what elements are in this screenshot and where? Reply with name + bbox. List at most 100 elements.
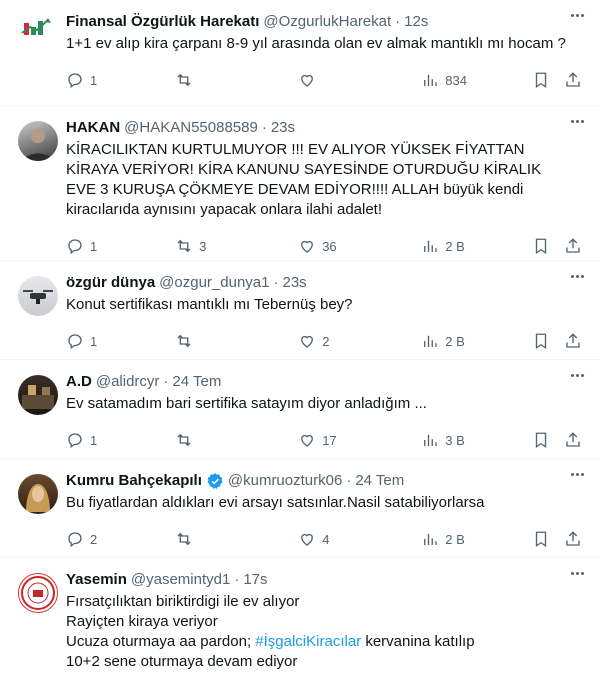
separator-dot: · (261, 119, 267, 136)
avatar[interactable] (18, 375, 58, 415)
retweet-button[interactable] (175, 431, 298, 449)
tweet[interactable]: HAKAN @HAKAN55088589 · 23s KİRACILIKTAN … (0, 106, 600, 261)
share-button[interactable] (564, 431, 584, 449)
more-options-icon[interactable] (571, 473, 584, 476)
share-button[interactable] (564, 530, 584, 548)
tweet-text: Konut sertifikası mantıklı mı Tebernüş b… (66, 296, 353, 313)
views-button[interactable]: 2 B (421, 530, 532, 548)
like-button[interactable]: 2 (298, 332, 421, 350)
heart-icon (301, 74, 314, 87)
views-button[interactable]: 834 (421, 71, 532, 89)
bookmark-button[interactable] (532, 71, 564, 89)
view-count: 3 B (445, 432, 465, 448)
tweet[interactable]: Finansal Özgürlük Harekatı @OzgurlukHare… (0, 0, 600, 106)
views-button[interactable]: 2 B (421, 237, 532, 255)
reply-count: 1 (90, 432, 98, 448)
reply-icon (68, 532, 82, 548)
tweet[interactable]: özgür dünya @ozgur_dunya1 · 23s Konut se… (0, 261, 600, 360)
more-options-icon[interactable] (571, 275, 584, 278)
timestamp[interactable]: 24 Tem (355, 471, 404, 491)
share-button[interactable] (564, 332, 584, 350)
avatar[interactable] (18, 15, 58, 55)
timestamp[interactable]: 17s (243, 570, 267, 590)
like-button[interactable]: 17 (298, 431, 421, 449)
author-name[interactable]: özgür dünya (66, 273, 155, 293)
tweet-text-line: Ucuza oturmaya aa pardon; #İşgalciKiracı… (66, 632, 584, 652)
hashtag-link[interactable]: #İşgalciKiracılar (255, 633, 361, 650)
views-chart-icon (424, 335, 437, 347)
author-name[interactable]: Yasemin (66, 570, 127, 590)
reply-button[interactable]: 2 (66, 530, 175, 548)
more-options-icon[interactable] (571, 572, 584, 575)
avatar[interactable] (18, 573, 58, 613)
seal-logo-icon (21, 576, 55, 610)
author-handle[interactable]: @ozgur_dunya1 (159, 273, 269, 293)
views-chart-icon (424, 533, 437, 545)
author-handle[interactable]: @HAKAN55088589 (124, 118, 258, 138)
avatar[interactable] (18, 276, 58, 316)
author-name[interactable]: Kumru Bahçekapılı (66, 471, 202, 491)
tweet-text-segment: Ucuza oturmaya aa pardon; (66, 633, 256, 650)
tweet[interactable]: A.D @alidrcyr · 24 Tem Ev satamadım bari… (0, 360, 600, 459)
reply-button[interactable]: 1 (66, 237, 175, 255)
more-options-icon[interactable] (571, 120, 584, 123)
views-chart-icon (424, 434, 437, 446)
views-chart-icon (424, 240, 437, 252)
author-handle[interactable]: @OzgurlukHarekat (263, 12, 391, 32)
reply-button[interactable]: 1 (66, 71, 175, 89)
share-button[interactable] (564, 237, 584, 255)
more-options-icon[interactable] (571, 14, 584, 17)
share-icon (566, 72, 580, 87)
reply-button[interactable]: 1 (66, 431, 175, 449)
tweet-actions: 1 834 (66, 58, 584, 102)
timestamp[interactable]: 23s (271, 118, 295, 138)
author-name[interactable]: A.D (66, 372, 92, 392)
reply-count: 1 (90, 72, 98, 88)
timestamp[interactable]: 24 Tem (172, 372, 221, 392)
separator-dot: · (163, 373, 169, 390)
tweet[interactable]: Kumru Bahçekapılı @kumruozturk06 · 24 Te… (0, 459, 600, 558)
like-button[interactable] (298, 71, 421, 89)
author-handle[interactable]: @yasemintyd1 (131, 570, 230, 590)
separator-dot: · (273, 274, 279, 291)
heart-icon (301, 335, 314, 348)
retweet-button[interactable] (175, 332, 298, 350)
retweet-button[interactable] (175, 530, 298, 548)
share-icon (566, 531, 580, 546)
timestamp[interactable]: 12s (404, 12, 428, 32)
bookmark-button[interactable] (532, 237, 564, 255)
separator-dot: · (346, 472, 352, 489)
like-button[interactable]: 4 (298, 530, 421, 548)
avatar[interactable] (18, 121, 58, 161)
bookmark-button[interactable] (532, 431, 564, 449)
bookmark-icon (536, 238, 547, 255)
share-icon (566, 432, 580, 447)
more-options-icon[interactable] (571, 374, 584, 377)
author-name[interactable]: HAKAN (66, 118, 120, 138)
reply-button[interactable]: 1 (66, 332, 175, 350)
share-button[interactable] (564, 71, 584, 89)
tweet[interactable]: Yasemin @yasemintyd1 · 17s Fırsatçılıkta… (0, 558, 600, 679)
like-count: 4 (322, 531, 330, 547)
bookmark-button[interactable] (532, 332, 564, 350)
separator-dot: · (395, 13, 401, 30)
author-handle[interactable]: @kumruozturk06 (228, 471, 342, 491)
tweet-text-line: Fırsatçılıktan biriktirdigi ile ev alıyo… (66, 593, 300, 610)
author-handle[interactable]: @alidrcyr (96, 372, 160, 392)
retweet-button[interactable] (175, 71, 298, 89)
bookmark-button[interactable] (532, 530, 564, 548)
bookmark-icon (536, 333, 547, 350)
view-count: 834 (445, 72, 467, 88)
avatar[interactable] (18, 474, 58, 514)
heart-icon (301, 434, 314, 447)
retweet-button[interactable]: 3 (175, 237, 298, 255)
views-button[interactable]: 2 B (421, 332, 532, 350)
tweet-text: 1+1 ev alıp kira çarpanı 8-9 yıl arasınd… (66, 35, 566, 52)
profile-photo-icon (26, 484, 50, 512)
reply-icon (68, 433, 82, 449)
views-button[interactable]: 3 B (421, 431, 532, 449)
bookmark-icon (536, 531, 547, 548)
author-name[interactable]: Finansal Özgürlük Harekatı (66, 12, 259, 32)
like-button[interactable]: 36 (298, 237, 421, 255)
timestamp[interactable]: 23s (282, 273, 306, 293)
